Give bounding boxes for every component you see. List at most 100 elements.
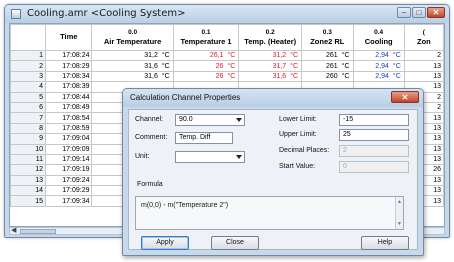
table-row[interactable]: 1 17:08:24 31,2 °C 26,1 °C 31,2 °C 261 °C 2,94 °C 2 [10, 49, 444, 62]
unit: °C [392, 72, 401, 80]
row-number: 1 [10, 49, 47, 62]
column-header-name: Cooling [364, 36, 393, 46]
value-cell: 2,94 °C [352, 49, 405, 62]
row-number: 2 [10, 60, 47, 72]
close-dialog-button[interactable]: Close [211, 236, 259, 250]
value-cell: 31,6 °C [91, 70, 174, 83]
column-header-name: Time [60, 32, 78, 42]
unit: °C [161, 72, 170, 80]
decimal-places-value: 2 [343, 147, 347, 154]
value-cell: 13 [403, 70, 444, 83]
table-row[interactable]: 3 17:08:34 31,6 °C 26 °C 31,6 °C 260 °C 2,94 °C 13 [10, 70, 444, 83]
comment-label: Comment: [135, 134, 168, 141]
column-header[interactable]: Time [45, 24, 93, 51]
row-number: 7 [10, 112, 47, 124]
dialog-titlebar[interactable]: Calculation Channel Properties ✕ [123, 89, 423, 107]
decimal-places-input: 2 [339, 145, 409, 157]
row-number: 10 [10, 143, 47, 155]
time-cell: 17:08:39 [45, 81, 93, 93]
value: 2,94 [375, 62, 389, 70]
column-header[interactable]: 0.3 Zone2 RL [301, 24, 354, 51]
column-header-name: Temperature 1 [180, 36, 232, 46]
time-cell: 17:09:09 [45, 143, 93, 155]
decimal-places-label: Decimal Places: [279, 147, 330, 154]
value-cell: 261 °C [301, 60, 354, 72]
channel-select[interactable]: 90.0 [175, 114, 245, 126]
value: 31,6 [144, 72, 158, 80]
time-cell: 17:09:24 [45, 174, 93, 187]
value-cell: 26,1 °C [172, 49, 240, 62]
dialog-title: Calculation Channel Properties [130, 93, 241, 102]
unit: °C [290, 52, 299, 60]
row-number: 12 [10, 164, 47, 176]
formula-scrollbar[interactable]: ▲ ▼ [395, 197, 403, 229]
value-cell: 13 [403, 60, 444, 72]
unit: °C [392, 52, 401, 60]
unit: °C [161, 62, 170, 70]
minimize-button[interactable]: – [397, 7, 411, 18]
scroll-up-icon[interactable]: ▲ [397, 199, 402, 205]
row-number: 6 [10, 101, 47, 114]
row-number: 4 [10, 81, 47, 93]
channel-label: Channel: [135, 116, 164, 123]
formula-textarea[interactable]: m(0,0) - m("Temperature 2") ▲ ▼ [135, 196, 404, 230]
unit: °C [290, 72, 299, 80]
maximize-button[interactable]: □ [412, 7, 426, 18]
value: 2,94 [375, 52, 389, 60]
lower-limit-input[interactable]: -15 [339, 114, 409, 126]
scroll-left-icon[interactable]: ◀ [11, 226, 16, 234]
row-number: 3 [10, 70, 47, 83]
table-row[interactable]: 2 17:08:29 31,6 °C 26 °C 31,7 °C 261 °C 2,94 °C 13 [10, 60, 444, 72]
time-cell: 17:08:54 [45, 112, 93, 124]
value: 31,6 [272, 72, 287, 80]
time-cell: 17:08:34 [45, 70, 93, 83]
scrollbar-thumb[interactable] [20, 229, 56, 234]
time-cell: 17:08:59 [45, 122, 93, 135]
row-number: 9 [10, 133, 47, 145]
channel-value: 90.0 [179, 116, 193, 123]
close-icon: ✕ [401, 93, 409, 102]
row-number: 8 [10, 122, 47, 135]
row-number: 11 [10, 153, 47, 166]
time-cell: 17:09:04 [45, 133, 93, 145]
value: 31,6 [144, 62, 158, 70]
column-header-name: Zone2 RL [310, 36, 345, 46]
comment-input[interactable]: Temp. Diff [175, 132, 233, 144]
value: 26 [215, 62, 224, 70]
value: 26,1 [209, 52, 224, 60]
time-cell: 17:09:19 [45, 164, 93, 176]
value: 31,2 [144, 52, 158, 60]
value-cell: 31,6 °C [238, 70, 303, 83]
help-button[interactable]: Help [361, 236, 409, 250]
apply-button[interactable]: Apply [141, 236, 189, 250]
value-cell: 26 °C [172, 70, 240, 83]
column-header[interactable]: 0.4 Cooling [352, 24, 405, 51]
calculation-channel-dialog: Calculation Channel Properties ✕ Channel… [122, 88, 424, 256]
value-cell: 2 [403, 49, 444, 62]
dialog-close-button[interactable]: ✕ [391, 91, 419, 103]
upper-limit-label: Upper Limit: [279, 131, 317, 138]
value: 31,7 [272, 62, 287, 70]
unit: °C [227, 62, 236, 70]
column-header[interactable]: 0.0 Air Temperature [91, 24, 174, 51]
value: 260 [326, 72, 338, 80]
unit: °C [392, 62, 401, 70]
unit: °C [227, 52, 236, 60]
close-button[interactable]: ✕ [427, 7, 445, 18]
column-header[interactable]: 0.1 Temperature 1 [172, 24, 240, 51]
column-header[interactable]: (Zon [403, 24, 444, 51]
scroll-down-icon[interactable]: ▼ [397, 221, 402, 227]
row-number: 14 [10, 185, 47, 197]
app-icon [11, 9, 21, 19]
unit-select[interactable] [175, 151, 245, 163]
row-number: 15 [10, 195, 47, 207]
column-header[interactable]: 0.2 Temp. (Heater) [238, 24, 303, 51]
column-header[interactable] [10, 24, 47, 51]
value: 26 [215, 72, 224, 80]
value: 261 [326, 62, 338, 70]
main-titlebar[interactable]: Cooling.amr <Cooling System> – □ ✕ [5, 5, 449, 23]
upper-limit-input[interactable]: 25 [339, 129, 409, 141]
chevron-down-icon [236, 118, 242, 122]
value-cell: 31,7 °C [238, 60, 303, 72]
unit: °C [227, 72, 236, 80]
